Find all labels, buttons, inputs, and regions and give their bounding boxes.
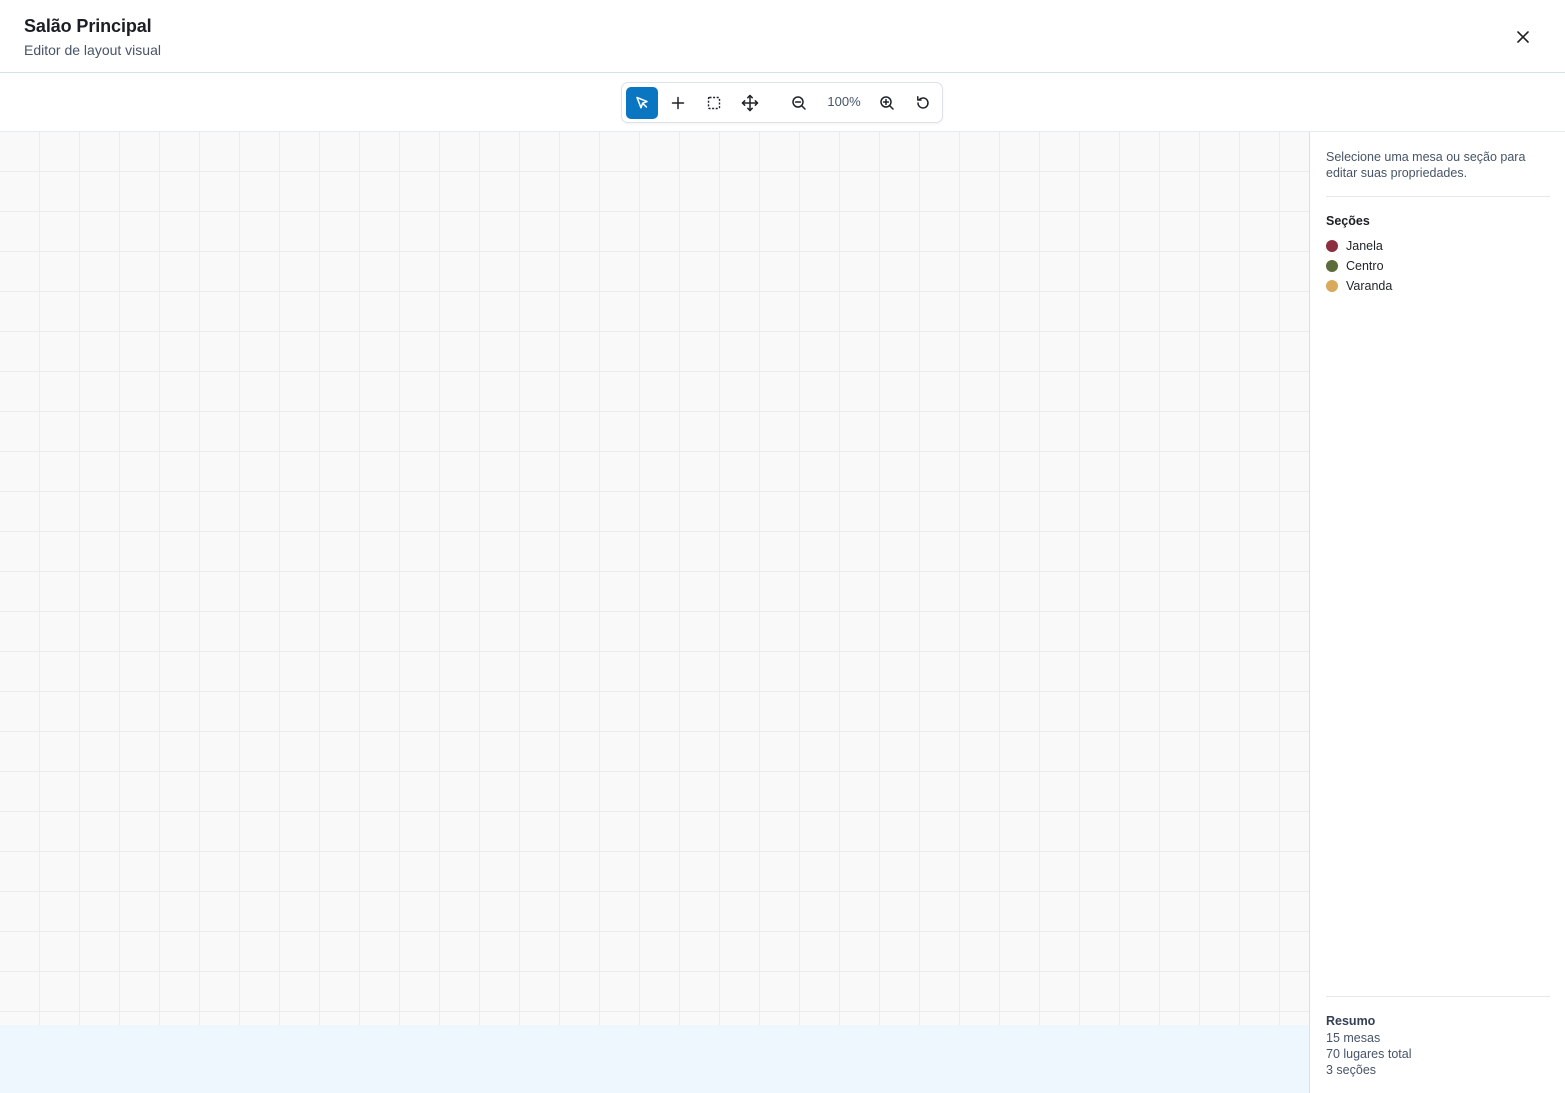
canvas-footer	[0, 1025, 1309, 1093]
pointer-icon	[636, 96, 648, 109]
summary-title: Resumo	[1326, 1014, 1376, 1028]
add-section-button[interactable]	[698, 87, 730, 119]
summary-sections: 3 seções	[1326, 1063, 1377, 1077]
properties-panel: Selecione uma mesa ou seção para editar …	[1309, 132, 1565, 1093]
select-tool-button[interactable]	[626, 87, 658, 119]
section-label: Centro	[1346, 259, 1384, 273]
divider	[1326, 996, 1550, 997]
reset-icon	[917, 96, 929, 109]
pan-tool-button[interactable]	[734, 87, 766, 119]
add-table-button[interactable]	[662, 87, 694, 119]
section-color-dot	[1326, 240, 1338, 252]
section-color-dot	[1326, 280, 1338, 292]
page-subtitle: Editor de layout visual	[24, 42, 161, 58]
editor-toolbar: 100%	[621, 82, 943, 123]
dashed-square-icon	[707, 96, 721, 110]
close-button[interactable]	[1509, 23, 1537, 51]
summary: 15 mesas 70 lugares total 3 seções	[1326, 1030, 1411, 1078]
zoom-level: 100%	[827, 94, 861, 109]
toolbar-row: 100%	[0, 73, 1565, 132]
page-title: Salão Principal	[24, 16, 152, 36]
zoom-out-button[interactable]	[783, 87, 815, 119]
reset-view-button[interactable]	[907, 87, 939, 119]
zoom-out-icon	[792, 96, 806, 110]
section-list: Janela Centro Varanda	[1326, 236, 1550, 296]
layout-editor-app: Salão Principal Editor de layout visual	[0, 0, 1565, 1093]
zoom-in-icon	[880, 96, 894, 110]
section-label: Varanda	[1346, 279, 1393, 293]
section-item-varanda[interactable]: Varanda	[1326, 276, 1550, 296]
selection-hint: Selecione uma mesa ou seção para editar …	[1326, 150, 1526, 180]
layout-canvas[interactable]	[0, 132, 1309, 1025]
close-icon	[1517, 31, 1529, 43]
zoom-in-button[interactable]	[871, 87, 903, 119]
section-item-janela[interactable]: Janela	[1326, 236, 1550, 256]
plus-icon	[671, 96, 685, 110]
section-color-dot	[1326, 260, 1338, 272]
summary-tables: 15 mesas	[1326, 1031, 1381, 1045]
sections-title: Seções	[1326, 214, 1370, 228]
summary-seats: 70 lugares total	[1326, 1047, 1412, 1061]
header: Salão Principal Editor de layout visual	[0, 0, 1565, 73]
section-label: Janela	[1346, 239, 1383, 253]
section-item-centro[interactable]: Centro	[1326, 256, 1550, 276]
move-icon	[741, 94, 759, 112]
divider	[1326, 196, 1550, 197]
